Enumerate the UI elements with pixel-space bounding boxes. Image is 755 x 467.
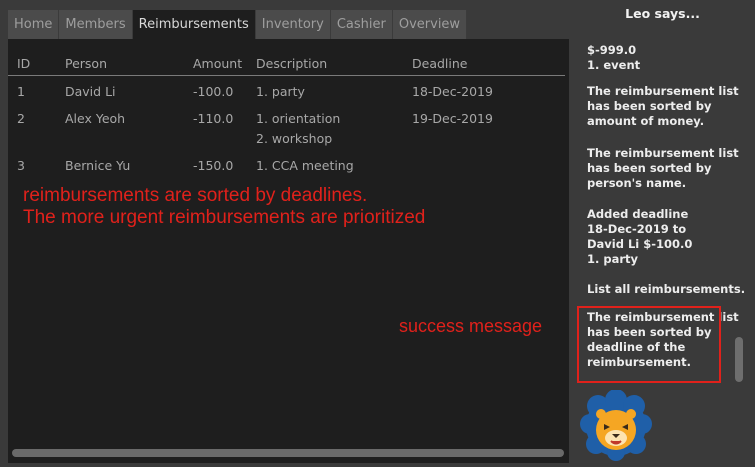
column-header-description[interactable]: Description bbox=[256, 56, 327, 71]
success-message-highlight bbox=[577, 306, 721, 383]
message-line: List all reimbursements. bbox=[587, 282, 746, 296]
description-line: 1. orientation bbox=[256, 111, 341, 126]
message-line: The reimbursement list bbox=[587, 146, 739, 160]
tab-overview[interactable]: Overview bbox=[392, 10, 468, 39]
column-header-id[interactable]: ID bbox=[17, 56, 30, 71]
annotation-success-message: success message bbox=[399, 316, 543, 336]
cell-amount: -100.0 bbox=[193, 84, 234, 99]
message-line: amount of money. bbox=[587, 114, 705, 128]
message-line: has been sorted by bbox=[587, 161, 712, 175]
message-item: List all reimbursements. bbox=[587, 282, 746, 297]
message-line: The reimbursement list bbox=[587, 84, 739, 98]
message-item: The reimbursement list has been sorted b… bbox=[587, 84, 739, 129]
message-line: 1. party bbox=[587, 252, 639, 266]
horizontal-scrollbar[interactable] bbox=[12, 449, 564, 457]
cell-id: 2 bbox=[17, 111, 25, 126]
cell-id: 1 bbox=[17, 84, 25, 99]
cell-description: 1. orientation 2. workshop bbox=[256, 111, 340, 151]
tab-reimbursements[interactable]: Reimbursements bbox=[132, 10, 256, 39]
description-line: 1. party bbox=[256, 84, 305, 99]
message-item: $-999.0 1. event bbox=[587, 43, 727, 73]
message-item: The reimbursement list has been sorted b… bbox=[587, 146, 739, 191]
message-line: has been sorted by bbox=[587, 99, 712, 113]
tab-members[interactable]: Members bbox=[59, 10, 133, 39]
message-item: Added deadline 18-Dec-2019 to David Li $… bbox=[587, 207, 727, 267]
annotation-urgent-prioritized: The more urgent reimbursements are prior… bbox=[23, 207, 426, 228]
cell-amount: -110.0 bbox=[193, 111, 234, 126]
cell-description: 1. CCA meeting bbox=[256, 158, 354, 178]
message-line: David Li $-100.0 bbox=[587, 237, 693, 251]
cell-deadline: 18-Dec-2019 bbox=[412, 84, 493, 99]
header-divider bbox=[8, 75, 565, 76]
tab-inventory[interactable]: Inventory bbox=[255, 10, 331, 39]
message-line: $-999.0 bbox=[587, 43, 637, 57]
message-line: Added deadline bbox=[587, 207, 689, 221]
description-line: 2. workshop bbox=[256, 131, 333, 146]
tab-home[interactable]: Home bbox=[8, 10, 60, 39]
cell-deadline: 19-Dec-2019 bbox=[412, 111, 493, 126]
description-line: 1. CCA meeting bbox=[256, 158, 354, 173]
assistant-title: Leo says... bbox=[625, 6, 700, 21]
message-line: person's name. bbox=[587, 176, 687, 190]
cell-description: 1. party bbox=[256, 84, 305, 104]
vertical-scrollbar[interactable] bbox=[735, 337, 743, 382]
column-header-amount[interactable]: Amount bbox=[193, 56, 242, 71]
column-header-person[interactable]: Person bbox=[65, 56, 107, 71]
cell-person: David Li bbox=[65, 84, 116, 99]
tab-bar: Home Members Reimbursements Inventory Ca… bbox=[8, 10, 468, 39]
tab-cashier[interactable]: Cashier bbox=[330, 10, 393, 39]
cell-amount: -150.0 bbox=[193, 158, 234, 173]
cell-person: Bernice Yu bbox=[65, 158, 131, 173]
cell-person: Alex Yeoh bbox=[65, 111, 126, 126]
message-line: 1. event bbox=[587, 58, 641, 72]
annotation-sorted-deadlines: reimbursements are sorted by deadlines. bbox=[23, 185, 368, 206]
cell-id: 3 bbox=[17, 158, 25, 173]
reimbursement-panel: ID Person Amount Description Deadline 1 … bbox=[8, 39, 569, 463]
column-header-deadline[interactable]: Deadline bbox=[412, 56, 467, 71]
lion-icon bbox=[580, 390, 652, 461]
message-line: 18-Dec-2019 to bbox=[587, 222, 687, 236]
